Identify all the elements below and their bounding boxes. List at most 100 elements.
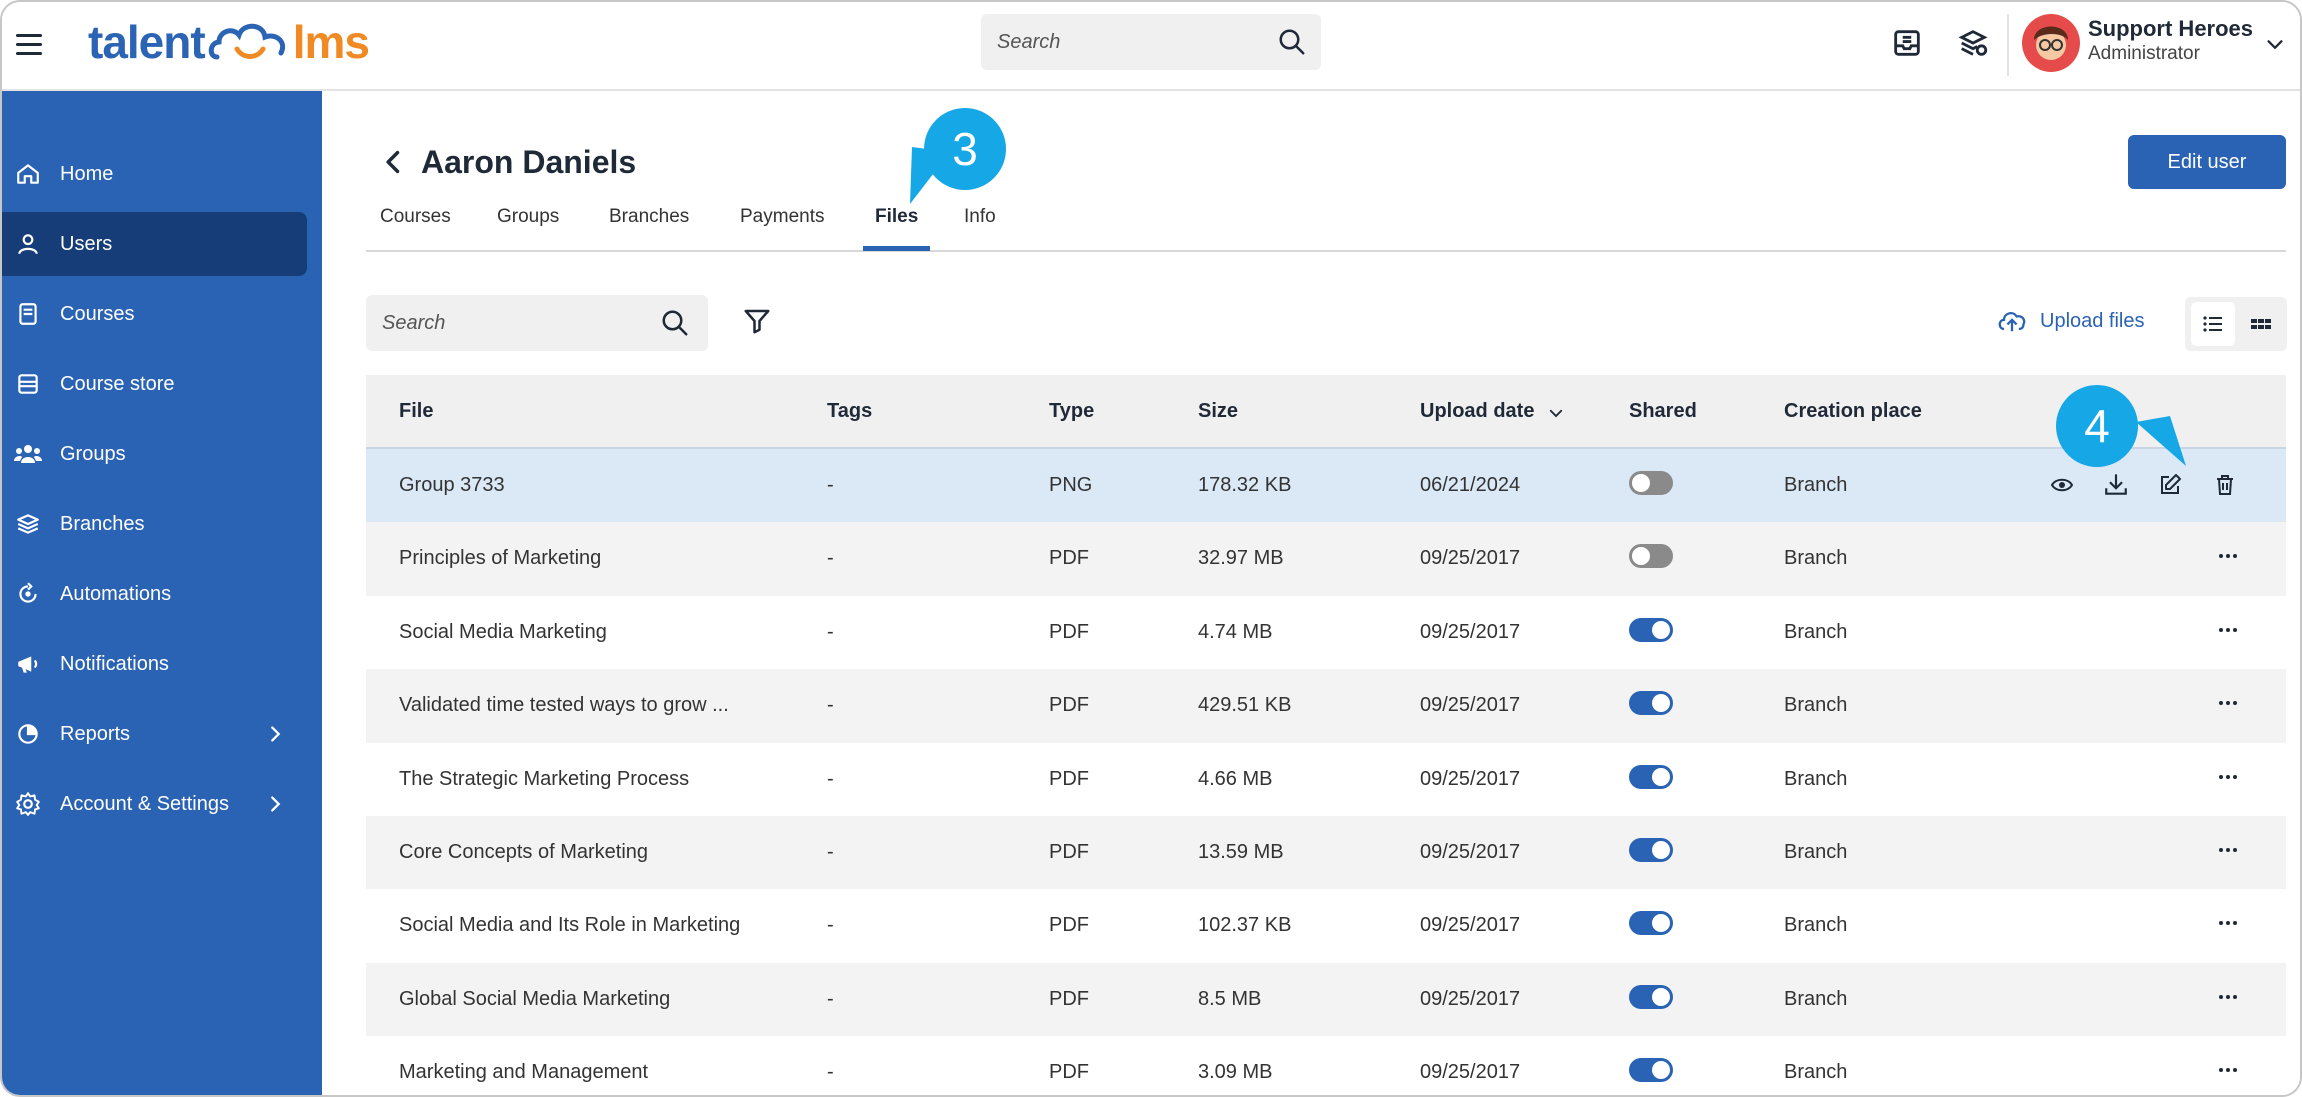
upload-files-button[interactable]: Upload files bbox=[1996, 307, 2145, 335]
sort-chevron-down-icon[interactable] bbox=[1547, 404, 1565, 422]
sidebar-item-reports[interactable]: Reports bbox=[2, 702, 307, 766]
search-icon[interactable] bbox=[660, 308, 690, 338]
store-icon bbox=[14, 370, 42, 398]
tab-payments[interactable]: Payments bbox=[740, 206, 824, 250]
user-name[interactable]: Support Heroes bbox=[2088, 16, 2253, 42]
switch-role-icon[interactable] bbox=[1956, 26, 1990, 60]
sidebar-item-course-store[interactable]: Course store bbox=[2, 352, 307, 416]
more-options-icon[interactable] bbox=[2210, 685, 2246, 721]
column-header-file[interactable]: File bbox=[399, 400, 433, 423]
file-tags: - bbox=[827, 987, 834, 1010]
creation-place: Branch bbox=[1784, 620, 1848, 643]
toggle-knob bbox=[1652, 694, 1670, 713]
sidebar-item-home[interactable]: Home bbox=[2, 142, 307, 206]
file-name[interactable]: Social Media Marketing bbox=[399, 621, 607, 644]
shared-toggle[interactable] bbox=[1629, 984, 1673, 1009]
sidebar-item-label: Notifications bbox=[60, 652, 169, 675]
table-body: Group 3733- PNG 178.32 KB 06/21/2024 Branch P… bbox=[366, 449, 2286, 1095]
tab-branches[interactable]: Branches bbox=[609, 206, 689, 250]
files-table: File Tags Type Size Upload date Shared C… bbox=[366, 375, 2286, 1095]
more-options-icon[interactable] bbox=[2210, 832, 2246, 868]
file-name[interactable]: Marketing and Management bbox=[399, 1061, 648, 1084]
shared-toggle[interactable] bbox=[1629, 471, 1673, 495]
tab-bar: Courses Groups Branches Payments Files I… bbox=[366, 192, 2286, 252]
column-header-size[interactable]: Size bbox=[1198, 400, 1238, 423]
view-toggle bbox=[2185, 297, 2287, 351]
logo[interactable]: talent lms bbox=[88, 12, 370, 72]
edit-user-button[interactable]: Edit user bbox=[2128, 135, 2286, 189]
sidebar-item-users[interactable]: Users bbox=[2, 212, 307, 276]
file-name[interactable]: Social Media and Its Role in Marketing bbox=[399, 914, 740, 937]
menu-icon[interactable] bbox=[16, 28, 42, 64]
file-name[interactable]: The Strategic Marketing Process bbox=[399, 768, 689, 791]
column-header-tags[interactable]: Tags bbox=[827, 400, 872, 423]
search-icon[interactable] bbox=[1277, 27, 1307, 57]
shared-toggle[interactable] bbox=[1629, 1058, 1673, 1083]
sidebar-item-label: Course store bbox=[60, 372, 175, 395]
shared-toggle[interactable] bbox=[1629, 617, 1673, 642]
shared-toggle[interactable] bbox=[1629, 544, 1673, 569]
table-row[interactable]: The Strategic Marketing Process - PDF 4.66 … bbox=[366, 742, 2286, 816]
tab-groups[interactable]: Groups bbox=[497, 206, 559, 250]
tab-courses[interactable]: Courses bbox=[380, 206, 451, 250]
more-options-icon[interactable] bbox=[2210, 538, 2246, 574]
sidebar-item-automations[interactable]: Automations bbox=[2, 562, 307, 626]
shared-toggle[interactable] bbox=[1629, 691, 1673, 716]
table-row[interactable]: Group 3733 - PNG 178.32 KB 06/21/2024 Branch bbox=[366, 449, 2286, 523]
sidebar: Home Users Courses Course store Groups B… bbox=[2, 91, 322, 1095]
shared-toggle[interactable] bbox=[1629, 837, 1673, 862]
table-row[interactable]: Social Media and Its Role in Marketing - P… bbox=[366, 889, 2286, 963]
sidebar-item-courses[interactable]: Courses bbox=[2, 282, 307, 346]
more-options-icon[interactable] bbox=[2210, 905, 2246, 941]
sidebar-item-groups[interactable]: Groups bbox=[2, 422, 307, 486]
sidebar-item-account-settings[interactable]: Account & Settings bbox=[2, 772, 307, 836]
table-row[interactable]: Core Concepts of Marketing - PDF 13.59 MB 09… bbox=[366, 815, 2286, 890]
table-row[interactable]: Marketing and Management - PDF 3.09 MB 09/25… bbox=[366, 1036, 2286, 1095]
shared-toggle[interactable] bbox=[1629, 911, 1673, 936]
chevron-down-icon[interactable] bbox=[2264, 34, 2286, 56]
more-options-icon[interactable] bbox=[2210, 759, 2246, 795]
file-name[interactable]: Principles of Marketing bbox=[399, 547, 601, 570]
cloud-smile-icon bbox=[208, 23, 285, 60]
groups-icon bbox=[14, 440, 42, 468]
file-size: 178.32 KB bbox=[1198, 474, 1292, 496]
table-row[interactable]: Social Media Marketing - PDF 4.74 MB 09/25/2… bbox=[366, 595, 2286, 670]
column-header-upload-date[interactable]: Upload date bbox=[1420, 400, 1534, 423]
more-options-icon[interactable] bbox=[2210, 612, 2246, 648]
tab-info[interactable]: Info bbox=[964, 206, 996, 250]
table-row[interactable]: Principles of Marketing - PDF 32.97 MB 09/25… bbox=[366, 522, 2286, 596]
shared-toggle[interactable] bbox=[1629, 764, 1673, 789]
upload-date: 09/25/2017 bbox=[1420, 547, 1521, 570]
upload-date: 09/25/2017 bbox=[1420, 767, 1521, 790]
tab-files[interactable]: Files bbox=[875, 206, 918, 250]
trash-icon[interactable] bbox=[2209, 469, 2241, 501]
filter-icon[interactable] bbox=[742, 306, 772, 336]
column-header-shared[interactable]: Shared bbox=[1629, 400, 1697, 423]
file-name[interactable]: Group 3733 bbox=[399, 474, 505, 497]
upload-date: 09/25/2017 bbox=[1420, 694, 1521, 717]
more-options-icon[interactable] bbox=[2210, 1052, 2246, 1088]
sidebar-item-label: Home bbox=[60, 162, 114, 185]
avatar[interactable] bbox=[2022, 14, 2080, 72]
file-size: 3.09 MB bbox=[1198, 1061, 1273, 1084]
column-header-creation-place[interactable]: Creation place bbox=[1784, 400, 1922, 423]
global-search-input[interactable]: Search bbox=[981, 14, 1321, 70]
more-options-icon[interactable] bbox=[2210, 979, 2246, 1015]
inbox-icon[interactable] bbox=[1890, 26, 1924, 60]
preview-icon[interactable] bbox=[2046, 469, 2078, 501]
creation-place: Branch bbox=[1784, 840, 1848, 863]
table-row[interactable]: Global Social Media Marketing - PDF 8.5 MB 0… bbox=[366, 962, 2286, 1037]
upload-date: 09/25/2017 bbox=[1420, 840, 1521, 863]
file-name[interactable]: Validated time tested ways to grow ... bbox=[399, 694, 729, 717]
file-name[interactable]: Global Social Media Marketing bbox=[399, 988, 670, 1011]
column-header-type[interactable]: Type bbox=[1049, 400, 1094, 423]
sidebar-item-notifications[interactable]: Notifications bbox=[2, 632, 307, 696]
list-view-button[interactable] bbox=[2191, 302, 2235, 346]
file-name[interactable]: Core Concepts of Marketing bbox=[399, 841, 648, 864]
table-row[interactable]: Validated time tested ways to grow ... - P… bbox=[366, 669, 2286, 743]
grid-view-button[interactable] bbox=[2239, 302, 2283, 346]
files-search-input[interactable]: Search bbox=[366, 295, 708, 351]
download-icon[interactable] bbox=[2100, 469, 2132, 501]
back-arrow-icon[interactable] bbox=[380, 148, 408, 176]
sidebar-item-branches[interactable]: Branches bbox=[2, 492, 307, 556]
